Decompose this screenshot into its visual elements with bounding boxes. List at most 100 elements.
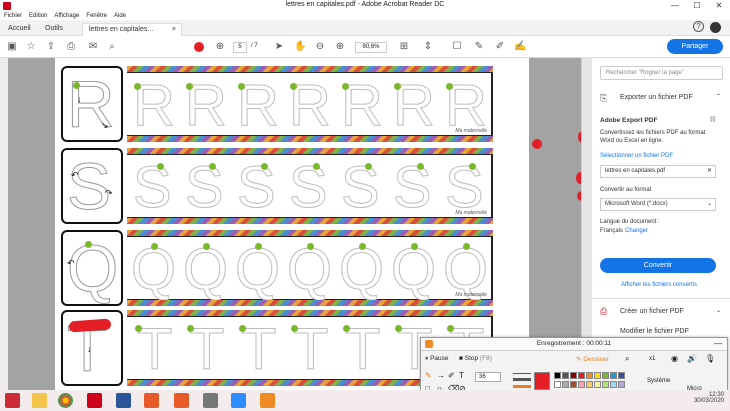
trace-letter: S bbox=[341, 155, 381, 220]
print-icon[interactable]: ⎙ bbox=[65, 41, 77, 53]
acrobat-taskbar-icon[interactable] bbox=[87, 393, 102, 408]
color-swatch[interactable] bbox=[602, 381, 609, 388]
color-swatch[interactable] bbox=[594, 372, 601, 379]
pause-button[interactable]: ⏸ Pause bbox=[425, 355, 449, 363]
save-icon[interactable]: ▣ bbox=[6, 41, 18, 53]
chevron-up-icon[interactable]: ⌃ bbox=[716, 93, 721, 100]
tab-document[interactable]: lettres en capitales... × bbox=[82, 23, 182, 36]
convert-button[interactable]: Convertir bbox=[600, 258, 716, 273]
stop-label: Stop bbox=[464, 355, 479, 362]
search-icon[interactable]: ⌕ bbox=[106, 41, 118, 53]
recorder-taskbar-icon[interactable] bbox=[260, 393, 275, 408]
email-icon[interactable]: ✉ bbox=[87, 41, 99, 53]
highlighter-tool-icon[interactable]: ✐ bbox=[448, 371, 455, 380]
draw-icon[interactable]: ✐ bbox=[494, 41, 506, 53]
line-width-select[interactable]: 36 bbox=[475, 372, 501, 382]
clear-file-icon[interactable]: ✕ bbox=[707, 166, 712, 177]
tab-close-icon[interactable]: × bbox=[172, 24, 176, 36]
color-swatch[interactable] bbox=[554, 372, 561, 379]
word-taskbar-icon[interactable] bbox=[116, 393, 131, 408]
draw-button[interactable]: ✎ Dessiner bbox=[576, 355, 609, 363]
app-taskbar-icon[interactable] bbox=[144, 393, 159, 408]
tools-search-input[interactable]: Rechercher "Rogner la page" bbox=[600, 66, 723, 80]
app-taskbar-icon[interactable] bbox=[174, 393, 189, 408]
link-icon[interactable]: ⛓ bbox=[709, 116, 717, 123]
menu-window[interactable]: Fenêtre bbox=[86, 13, 107, 19]
text-tool-icon[interactable]: T bbox=[459, 371, 464, 380]
page-number-input[interactable]: 5 bbox=[233, 42, 247, 53]
color-swatch[interactable] bbox=[594, 381, 601, 388]
color-swatch[interactable] bbox=[578, 381, 585, 388]
export-pdf-header[interactable]: Exporter un fichier PDF bbox=[620, 94, 693, 101]
upload-icon[interactable]: ⇪ bbox=[45, 41, 57, 53]
start-menu-icon[interactable] bbox=[5, 393, 20, 408]
pen-tool-icon[interactable]: ✎ bbox=[425, 371, 432, 380]
tab-tools[interactable]: Outils bbox=[45, 23, 63, 36]
start-dot bbox=[447, 325, 454, 332]
decor-strip bbox=[127, 218, 493, 224]
format-select[interactable]: Microsoft Word (*.docx) ⌄ bbox=[600, 198, 716, 211]
color-swatch[interactable] bbox=[578, 372, 585, 379]
start-dot bbox=[134, 83, 141, 90]
next-page-icon[interactable]: ⊕ bbox=[214, 41, 226, 53]
recorder-minimize-button[interactable]: — bbox=[714, 339, 722, 348]
color-swatch[interactable] bbox=[586, 372, 593, 379]
zoom-out-icon[interactable]: ⊖ bbox=[314, 41, 326, 53]
color-swatch[interactable] bbox=[570, 381, 577, 388]
menu-edit[interactable]: Edition bbox=[29, 13, 47, 19]
highlight-pen-icon[interactable]: ✎ bbox=[473, 41, 485, 53]
help-icon[interactable]: ? bbox=[693, 21, 704, 32]
color-swatch[interactable] bbox=[562, 372, 569, 379]
comment-icon[interactable]: ☐ bbox=[451, 41, 463, 53]
zoom-level-select[interactable]: 80,6% bbox=[355, 42, 387, 53]
menu-help[interactable]: Aide bbox=[114, 13, 126, 19]
edit-pdf-item[interactable]: Modifier le fichier PDF bbox=[620, 328, 689, 335]
account-avatar[interactable] bbox=[710, 22, 721, 33]
color-swatch[interactable] bbox=[586, 381, 593, 388]
color-swatch[interactable] bbox=[562, 381, 569, 388]
color-swatch[interactable] bbox=[610, 381, 617, 388]
select-cursor-icon[interactable]: ➤ bbox=[273, 41, 285, 53]
show-converted-link[interactable]: Afficher les fichiers convertis bbox=[621, 282, 697, 288]
menu-file[interactable]: Fichier bbox=[4, 13, 22, 19]
stop-button[interactable]: ■ Stop (F8) bbox=[459, 355, 492, 362]
menu-view[interactable]: Affichage bbox=[54, 13, 79, 19]
page-fit-icon[interactable]: ⊞ bbox=[398, 41, 410, 53]
create-pdf-item[interactable]: Créer un fichier PDF bbox=[620, 308, 684, 315]
hand-tool-icon[interactable]: ✋ bbox=[294, 41, 306, 53]
close-window-button[interactable]: ✕ bbox=[708, 0, 730, 11]
microphone-icon[interactable]: 🎙 bbox=[705, 354, 715, 363]
select-pdf-link[interactable]: Sélectionner un fichier PDF bbox=[600, 153, 673, 159]
zoom-tool-icon[interactable]: ⌕ bbox=[625, 354, 629, 364]
chrome-icon[interactable] bbox=[58, 393, 73, 408]
minimize-button[interactable]: — bbox=[664, 0, 686, 11]
color-swatch[interactable] bbox=[602, 372, 609, 379]
line-style-thin[interactable] bbox=[513, 373, 531, 374]
zoom-in-icon[interactable]: ⊕ bbox=[334, 41, 346, 53]
color-swatch[interactable] bbox=[610, 372, 617, 379]
line-style-orange[interactable] bbox=[513, 385, 531, 388]
color-swatch[interactable] bbox=[570, 372, 577, 379]
line-style-thick[interactable] bbox=[513, 378, 531, 381]
color-swatch[interactable] bbox=[618, 372, 625, 379]
arrow-tool-icon[interactable]: → bbox=[437, 371, 445, 380]
scroll-mode-icon[interactable]: ⇕ bbox=[422, 41, 434, 53]
maximize-button[interactable]: ☐ bbox=[686, 0, 708, 11]
zoom-level: x1 bbox=[649, 356, 656, 362]
bookmark-star-icon[interactable]: ☆ bbox=[25, 41, 37, 53]
speaker-icon[interactable]: 🔊 bbox=[687, 354, 697, 363]
file-explorer-icon[interactable] bbox=[32, 393, 47, 408]
current-color-swatch[interactable] bbox=[534, 372, 550, 390]
change-language-link[interactable]: Changer bbox=[625, 228, 648, 234]
tab-home[interactable]: Accueil bbox=[8, 23, 31, 36]
app-taskbar-icon[interactable] bbox=[203, 393, 218, 408]
color-swatch[interactable] bbox=[554, 381, 561, 388]
clock[interactable]: 12:30 30/03/2020 bbox=[694, 392, 724, 404]
chevron-down-icon[interactable]: ⌄ bbox=[716, 307, 721, 314]
sign-icon[interactable]: ✍ bbox=[514, 41, 526, 53]
webcam-icon[interactable]: ◉ bbox=[671, 354, 678, 363]
share-button[interactable]: Partager bbox=[667, 39, 723, 54]
color-swatch[interactable] bbox=[618, 381, 625, 388]
left-scrollbar[interactable] bbox=[0, 58, 8, 390]
zoom-taskbar-icon[interactable] bbox=[231, 393, 246, 408]
